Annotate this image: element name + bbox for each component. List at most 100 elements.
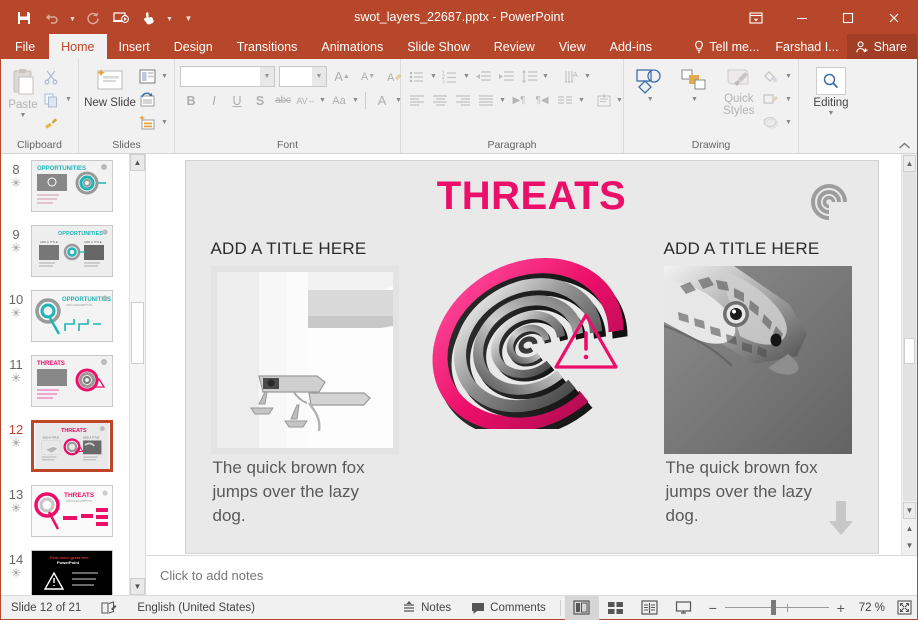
tab-transitions[interactable]: Transitions — [225, 34, 310, 59]
down-arrow-icon[interactable] — [826, 501, 856, 537]
section-caret-icon[interactable]: ▼ — [160, 119, 169, 126]
columns-icon[interactable] — [554, 90, 576, 111]
ribbon-options-icon[interactable] — [733, 1, 779, 34]
current-slide[interactable]: THREATS ADD A TITLE HERE — [186, 161, 878, 553]
increase-indent-icon[interactable] — [495, 66, 517, 87]
format-painter-icon[interactable] — [40, 112, 62, 133]
ltr-direction-icon[interactable]: ▶¶ — [508, 90, 530, 111]
slide-thumbnail[interactable]: Find more great freePowerPoint — [31, 550, 113, 595]
right-column-heading[interactable]: ADD A TITLE HERE — [664, 239, 820, 259]
shape-fill-icon[interactable] — [760, 66, 782, 87]
layout-caret-icon[interactable]: ▼ — [160, 73, 169, 80]
slide-thumbnail[interactable]: OPPORTUNITIESADD A DESCRIPTION — [31, 290, 113, 342]
editing-button[interactable]: Editing ▼ — [804, 64, 858, 117]
zoom-in-button[interactable]: + — [835, 600, 847, 616]
slide-thumbnail[interactable]: OPPORTUNITIESADD A TITLEADD A TITLE — [31, 225, 113, 277]
quick-styles-button[interactable]: Quick Styles — [718, 64, 760, 117]
increase-font-size-icon[interactable]: A▲ — [331, 66, 353, 87]
arrange-caret-icon[interactable]: ▼ — [691, 96, 698, 103]
tab-review[interactable]: Review — [482, 34, 547, 59]
font-size-caret-icon[interactable]: ▼ — [312, 67, 326, 86]
italic-button[interactable]: I — [203, 90, 225, 111]
undo-icon[interactable] — [39, 6, 65, 30]
character-spacing-caret-icon[interactable]: ▼ — [318, 97, 327, 104]
thumbnail-row[interactable]: 8 ✳ OPPORTUNITIES — [1, 160, 129, 225]
slide-sorter-icon[interactable] — [599, 596, 633, 620]
reset-icon[interactable] — [136, 89, 158, 110]
snake-head-photo[interactable] — [664, 266, 852, 454]
undo-dropdown-caret[interactable]: ▼ — [67, 6, 78, 30]
maximize-icon[interactable] — [825, 1, 871, 34]
fit-window-icon[interactable] — [891, 596, 917, 620]
cut-icon[interactable] — [40, 66, 62, 87]
section-icon[interactable] — [136, 112, 158, 133]
touch-mode-icon[interactable] — [136, 6, 162, 30]
customize-qat-caret[interactable]: ▼ — [183, 6, 194, 30]
thumbnail-row[interactable]: 14 ✳ Find more great freePowerPoint — [1, 550, 129, 595]
save-icon[interactable] — [11, 6, 37, 30]
change-case-icon[interactable]: Aa — [328, 90, 350, 111]
font-size-input[interactable]: ▼ — [279, 66, 327, 87]
thumbnail-row[interactable]: 13 ✳ THREATSADD A DESCRIPTION — [1, 485, 129, 550]
scrollbar-thumb[interactable] — [904, 338, 915, 364]
line-spacing-icon[interactable] — [518, 66, 540, 87]
security-camera-photo[interactable] — [211, 266, 399, 454]
thumbnail-row-selected[interactable]: 12 ✳ THREATSADD A TITLEADD A TITLE — [1, 420, 129, 485]
text-direction-icon[interactable]: A — [561, 66, 583, 87]
comments-button[interactable]: Comments — [461, 596, 556, 620]
share-button[interactable]: Share — [847, 34, 917, 59]
collapse-ribbon-button[interactable] — [898, 141, 911, 151]
line-spacing-caret-icon[interactable]: ▼ — [541, 73, 550, 80]
next-slide-button[interactable]: ▼ — [903, 537, 916, 554]
zoom-level-label[interactable]: 72 % — [853, 602, 891, 614]
paste-button[interactable]: Paste ▼ — [6, 64, 40, 119]
slide-show-icon[interactable] — [667, 596, 701, 620]
tab-add-ins[interactable]: Add-ins — [598, 34, 664, 59]
layout-icon[interactable] — [136, 66, 158, 87]
tab-home[interactable]: Home — [49, 34, 106, 59]
touch-mode-dropdown-caret[interactable]: ▼ — [164, 6, 175, 30]
slide-thumbnail[interactable]: THREATS — [31, 355, 113, 407]
redo-icon[interactable] — [80, 6, 106, 30]
text-shadow-button[interactable]: S — [249, 90, 271, 111]
tab-insert[interactable]: Insert — [107, 34, 162, 59]
justify-caret-icon[interactable]: ▼ — [498, 97, 507, 104]
language-indicator[interactable]: English (United States) — [127, 596, 265, 620]
reading-view-icon[interactable] — [633, 596, 667, 620]
slide-thumbnail[interactable]: OPPORTUNITIES — [31, 160, 113, 212]
normal-view-icon[interactable] — [565, 596, 599, 620]
tab-design[interactable]: Design — [162, 34, 225, 59]
notes-button[interactable]: Notes — [392, 596, 461, 620]
tab-slide-show[interactable]: Slide Show — [395, 34, 482, 59]
zoom-out-button[interactable]: − — [707, 600, 719, 616]
right-column-body[interactable]: The quick brown fox jumps over the lazy … — [666, 456, 841, 528]
thumbnail-row[interactable]: 11 ✳ THREATS — [1, 355, 129, 420]
shapes-button[interactable]: ▼ — [629, 64, 671, 103]
character-spacing-icon[interactable]: AV↔ — [295, 90, 317, 111]
scroll-down-button[interactable]: ▼ — [903, 502, 916, 519]
text-direction-caret-icon[interactable]: ▼ — [583, 73, 592, 80]
paste-caret-icon[interactable]: ▼ — [20, 112, 27, 119]
thumbnail-scroll-up-button[interactable]: ▲ — [130, 154, 145, 171]
spell-check-icon[interactable] — [91, 596, 127, 620]
left-column-heading[interactable]: ADD A TITLE HERE — [211, 239, 367, 259]
thumbnail-scrollbar-thumb[interactable] — [131, 302, 144, 364]
editing-caret-icon[interactable]: ▼ — [828, 110, 835, 117]
present-icon[interactable] — [108, 6, 134, 30]
slide-indicator[interactable]: Slide 12 of 21 — [1, 596, 91, 620]
previous-slide-button[interactable]: ▲ — [903, 520, 916, 537]
numbering-caret-icon[interactable]: ▼ — [462, 73, 471, 80]
thumbnail-scroll-down-button[interactable]: ▼ — [130, 578, 145, 595]
font-name-caret-icon[interactable]: ▼ — [260, 67, 274, 86]
font-color-icon[interactable]: A — [371, 90, 393, 111]
align-text-caret-icon[interactable]: ▼ — [615, 97, 624, 104]
justify-icon[interactable] — [475, 90, 497, 111]
slide-thumbnail[interactable]: THREATSADD A DESCRIPTION — [31, 485, 113, 537]
slide-vertical-scrollbar[interactable]: ▲ ▼ ▲ ▼ — [901, 154, 917, 555]
align-center-icon[interactable] — [429, 90, 451, 111]
shape-outline-icon[interactable] — [760, 89, 782, 110]
slide-title[interactable]: THREATS — [186, 174, 878, 219]
strikethrough-button[interactable]: abc — [272, 90, 294, 111]
decrease-indent-icon[interactable] — [472, 66, 494, 87]
rtl-direction-icon[interactable]: ¶◀ — [531, 90, 553, 111]
